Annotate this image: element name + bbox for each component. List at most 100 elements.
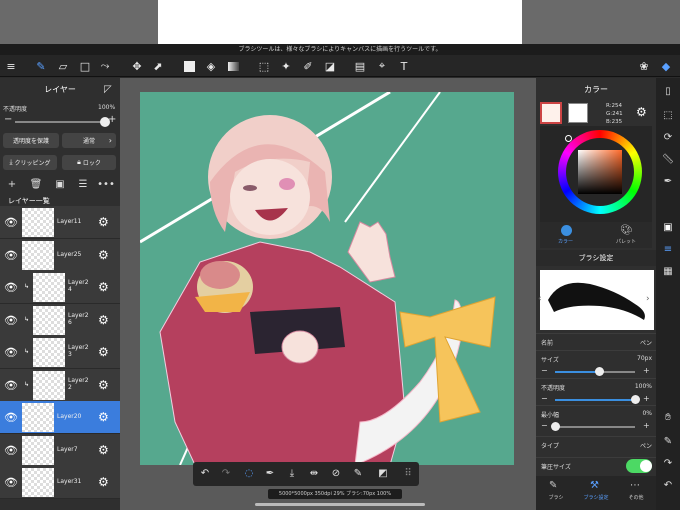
text-icon[interactable]: T [396,58,412,74]
layer-settings-gear-icon[interactable]: ⚙ [98,475,109,489]
brush-size-knob[interactable] [595,367,604,376]
gradient-icon[interactable] [225,58,241,74]
sub-color-swatch[interactable] [568,103,588,123]
opacity-plus-icon[interactable]: + [643,394,650,403]
select-pen-icon[interactable]: ✐ [300,58,316,74]
select-eraser-icon[interactable]: ◪ [322,58,338,74]
pressure-size-toggle-knob[interactable] [640,460,652,472]
brush-tab-icon[interactable]: ✎ [549,480,557,491]
fill-color-icon[interactable] [181,58,197,74]
min-width-slider[interactable] [555,426,635,428]
visibility-eye-icon[interactable]: 👁︎ [4,476,18,489]
opacity-plus-icon[interactable]: + [108,114,116,125]
brush-type-row[interactable]: タイプ ペン [536,436,656,452]
saturation-square[interactable] [578,150,622,194]
grip-icon[interactable]: ⠿ [400,466,416,482]
layer-row[interactable]: 👁︎ Layer11 ⚙ [0,206,120,239]
chevron-left-icon[interactable]: ‹ [538,294,542,304]
eyedropper-side-icon[interactable]: ✎ [660,434,676,450]
layer-settings-gear-icon[interactable]: ⚙ [98,215,109,229]
redo-icon[interactable]: ↷ [218,466,234,482]
opacity-minus-icon[interactable]: − [4,114,12,125]
protect-alpha-button[interactable]: 透明度を保護 [3,133,59,148]
bucket-icon[interactable]: ◈ [203,58,219,74]
color-settings-gear-icon[interactable]: ⚙ [636,105,647,119]
tab-brush-settings[interactable]: ブラシ設定 [578,494,614,501]
min-width-knob[interactable] [551,422,560,431]
layer-settings-gear-icon[interactable]: ⚙ [98,345,109,359]
lock-button[interactable]: 🔒︎ ロック [62,155,116,170]
layer-row[interactable]: 👁︎ ↳ Layer2 6 ⚙ [0,303,120,337]
layer-row[interactable]: 👁︎ ↳ Layer2 2 ⚙ [0,368,120,402]
layer-opacity-slider[interactable] [15,121,107,123]
layer-row[interactable]: 👁︎ Layer20 ⚙ [0,401,120,434]
more-icon[interactable]: ••• [97,179,115,193]
visibility-eye-icon[interactable]: 👁︎ [4,249,18,262]
size-plus-icon[interactable]: + [643,366,650,375]
size-minus-icon[interactable]: − [541,366,548,375]
layer-row[interactable]: 👁︎ ↳ Layer2 4 ⚙ [0,271,120,304]
chevron-right-icon[interactable]: › [646,294,650,304]
min-width-plus-icon[interactable]: + [643,421,650,430]
blend-mode-button[interactable]: 通常 › [62,133,116,148]
undo-side-icon[interactable]: ↶ [660,478,676,494]
visibility-eye-icon[interactable]: 👁︎ [4,281,18,294]
color-wheel-area[interactable] [540,126,652,224]
layer-settings-gear-icon[interactable]: ⚙ [98,378,109,392]
brush-name-row[interactable]: 名前 ペン [536,333,656,349]
selection-icon[interactable]: ⬚ [660,108,676,124]
layer-settings-gear-icon[interactable]: ⚙ [98,280,109,294]
transform-side-icon[interactable]: ⟳ [660,130,676,146]
eraser-icon[interactable]: ▱ [55,58,71,74]
canvas-edit-icon[interactable]: ◩ [375,466,391,482]
layers-icon[interactable]: ◆ [658,58,674,74]
delete-layer-icon[interactable]: 🗑︎ [27,179,45,193]
palette-side-icon[interactable]: ≡ [660,242,676,258]
layer-settings-gear-icon[interactable]: ⚙ [98,313,109,327]
palette-icon[interactable]: 🎨︎ [620,225,633,236]
snap-icon[interactable]: ⌖ [374,58,390,74]
tab-color[interactable]: カラー [558,238,573,245]
pen-settings-icon[interactable]: ✎ [350,466,366,482]
menu-icon[interactable]: ≡ [3,58,19,74]
flip-icon[interactable]: ⇹ [306,466,322,482]
layer-row[interactable]: 👁︎ Layer7 ⚙ [0,433,120,467]
redo-side-icon[interactable]: ↷ [660,456,676,472]
add-layer-icon[interactable]: + [3,179,21,193]
layer-panel-icon[interactable]: ▯ [660,84,676,100]
layer-settings-gear-icon[interactable]: ⚙ [98,443,109,457]
move-icon[interactable]: ✥ [129,58,145,74]
adjust-icon[interactable]: ▦ [660,264,676,280]
color-square-icon[interactable]: ▣ [660,220,676,236]
layer-row[interactable]: 👁︎ ↳ Layer2 3 ⚙ [0,336,120,369]
layer-row[interactable]: 👁︎ Layer25 ⚙ [0,238,120,272]
layer-settings-gear-icon[interactable]: ⚙ [98,248,109,262]
ruler-icon[interactable]: 📏︎ [660,152,676,168]
visibility-eye-icon[interactable]: 👁︎ [4,411,18,424]
layer-settings-gear-icon[interactable]: ⚙ [98,410,109,424]
selection-pen-icon[interactable]: ⤳ [97,58,113,74]
main-color-swatch[interactable] [540,102,562,124]
magic-wand-icon[interactable]: ✦ [278,58,294,74]
visibility-eye-icon[interactable]: 👁︎ [4,379,18,392]
other-tab-icon[interactable]: ⋯ [630,480,640,491]
undo-icon[interactable]: ↶ [197,466,213,482]
layer-list-icon[interactable]: ☰ [74,179,92,193]
visibility-eye-icon[interactable]: 👁︎ [4,216,18,229]
brush-tool-icon[interactable]: ✎ [33,58,49,74]
select-rect-icon[interactable]: ⬚ [256,58,272,74]
brush-settings-tab-icon[interactable]: ⚒ [590,480,599,491]
shape-icon[interactable]: □ [77,58,93,74]
add-image-layer-icon[interactable]: ▣ [51,179,69,193]
save-icon[interactable]: ⤓ [284,466,300,482]
brush-opacity-knob[interactable] [631,395,640,404]
lasso-icon[interactable]: ◌ [241,466,257,482]
transform-icon[interactable]: ⬈ [150,58,166,74]
frame-icon[interactable]: ▤ [352,58,368,74]
pen-icon[interactable]: ✒ [660,174,676,190]
panel-close-icon[interactable]: ◸ [104,84,112,95]
min-width-minus-icon[interactable]: − [541,421,548,430]
layer-row[interactable]: 👁︎ Layer31 ⚙ [0,466,120,499]
artwork-canvas[interactable] [140,92,514,465]
color-wheel-tab-icon[interactable] [561,225,572,236]
